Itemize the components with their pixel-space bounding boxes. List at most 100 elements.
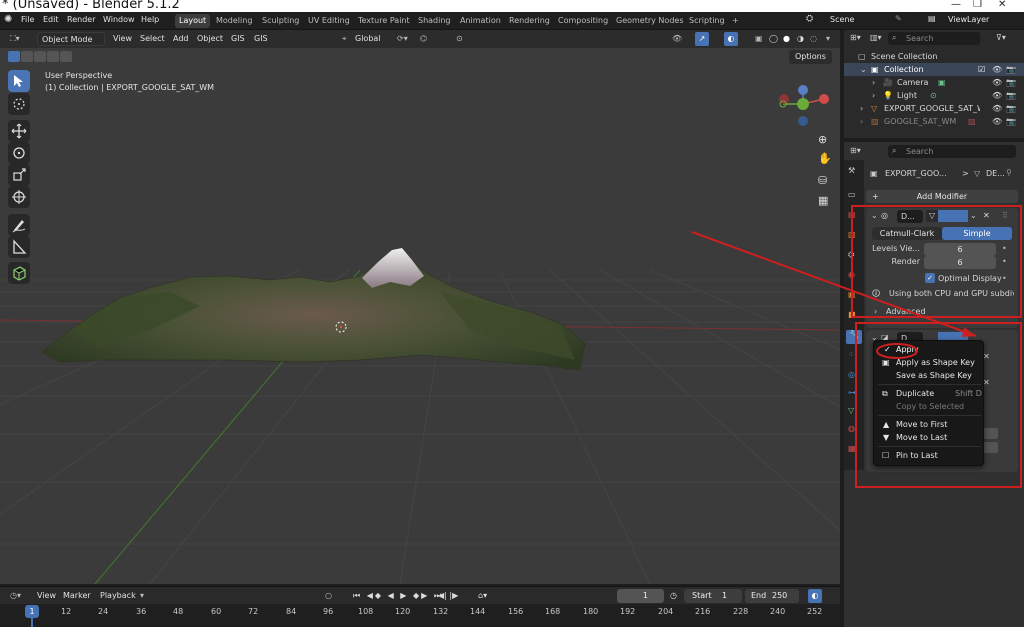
render-camera-icon[interactable]: 📷 bbox=[1006, 115, 1016, 128]
zoom-icon[interactable]: ⊕ bbox=[818, 133, 827, 146]
cursor-tool[interactable] bbox=[8, 93, 30, 115]
navigation-gizmo[interactable] bbox=[772, 82, 834, 182]
menu-help[interactable]: Help bbox=[141, 15, 159, 24]
menu-add[interactable]: Add bbox=[173, 32, 189, 46]
outliner-row-light[interactable]: › 💡 Light ⊙ 👁 📷 bbox=[844, 89, 1024, 102]
tab-rendering[interactable]: Rendering bbox=[505, 14, 554, 28]
tab-compositing[interactable]: Compositing bbox=[554, 14, 612, 28]
menu-window[interactable]: Window bbox=[103, 15, 135, 24]
snap-icon[interactable]: ⌬ bbox=[420, 32, 427, 46]
move-tool[interactable] bbox=[8, 120, 30, 142]
outliner-search-input[interactable]: ⌕ Search bbox=[888, 32, 980, 45]
tab-animation[interactable]: Animation bbox=[456, 14, 505, 28]
menu-edit[interactable]: Edit bbox=[43, 15, 59, 24]
add-cube-tool[interactable] bbox=[8, 262, 30, 284]
keyframe-nav-icon[interactable]: ◀| |▶ bbox=[438, 589, 458, 603]
menu-gis-2[interactable]: GIS bbox=[254, 32, 268, 46]
editor-type-icon[interactable]: ⛶▾ bbox=[10, 32, 20, 46]
camera-view-icon[interactable]: ⛁ bbox=[818, 174, 827, 187]
timeline-menu-marker[interactable]: Marker bbox=[63, 589, 91, 603]
timeline-ruler[interactable]: 1 12 24 36 48 60 72 84 96 108 120 132 14… bbox=[0, 604, 840, 627]
solid-shading-icon[interactable]: ● bbox=[783, 32, 790, 46]
render-camera-icon[interactable]: 📷 bbox=[1006, 89, 1016, 102]
tab-modeling[interactable]: Modeling bbox=[212, 14, 256, 28]
tab-uv-editing[interactable]: UV Editing bbox=[304, 14, 354, 28]
transform-tool[interactable] bbox=[8, 186, 30, 208]
select-box-tool[interactable] bbox=[8, 70, 30, 92]
render-camera-icon[interactable]: 📷 bbox=[1006, 102, 1016, 115]
expand-chevron-icon[interactable]: › bbox=[860, 102, 863, 115]
select-extend-icon[interactable] bbox=[21, 51, 33, 62]
minimize-icon[interactable]: — bbox=[951, 0, 961, 10]
pivot-icon[interactable]: ⟳▾ bbox=[397, 32, 408, 46]
render-tab-icon[interactable]: ▭ bbox=[848, 190, 856, 199]
overlays-toggle-icon[interactable]: ◐ bbox=[724, 32, 738, 46]
transform-orientation-dropdown[interactable]: Global bbox=[355, 32, 381, 46]
measure-tool[interactable] bbox=[8, 236, 30, 258]
tool-tab-icon[interactable]: ⚒ bbox=[848, 166, 855, 175]
view-layer-selector[interactable]: ViewLayer bbox=[944, 14, 1014, 28]
outliner-row-google-sat[interactable]: › ▨ GOOGLE_SAT_WM ▨ 👁 📷 bbox=[844, 115, 1024, 128]
end-frame-field[interactable]: 250 bbox=[772, 589, 796, 603]
eye-icon[interactable]: 👁 bbox=[992, 63, 1002, 76]
display-mode-icon[interactable]: ▥▾ bbox=[870, 33, 882, 42]
material-shading-icon[interactable]: ◑ bbox=[797, 32, 804, 46]
tab-shading[interactable]: Shading bbox=[414, 14, 455, 28]
playhead-frame[interactable]: 1 bbox=[25, 605, 39, 618]
timeline-menu-view[interactable]: View bbox=[37, 589, 56, 603]
menu-view[interactable]: View bbox=[113, 32, 132, 46]
tab-geometry-nodes[interactable]: Geometry Nodes bbox=[612, 14, 687, 28]
menu-object[interactable]: Object bbox=[197, 32, 223, 46]
current-frame-field[interactable]: 1 bbox=[617, 589, 664, 603]
render-camera-icon[interactable]: 📷 bbox=[1006, 63, 1016, 76]
tab-sculpting[interactable]: Sculpting bbox=[258, 14, 303, 28]
material-tab-icon[interactable]: ◍ bbox=[848, 424, 855, 433]
eye-icon[interactable]: 👁 bbox=[992, 102, 1002, 115]
blender-logo-icon[interactable]: ✺ bbox=[4, 14, 12, 25]
orthographic-grid-icon[interactable]: ▦ bbox=[818, 194, 828, 207]
close-icon[interactable]: ✕ bbox=[998, 0, 1006, 10]
scale-tool[interactable] bbox=[8, 164, 30, 186]
tab-layout[interactable]: Layout bbox=[175, 14, 211, 28]
options-dropdown[interactable]: Options bbox=[789, 50, 832, 64]
rotate-tool[interactable] bbox=[8, 142, 30, 164]
menu-gis[interactable]: GIS bbox=[231, 32, 245, 46]
visibility-icon[interactable]: 👁 bbox=[672, 32, 682, 46]
physics-tab-icon[interactable]: ◎ bbox=[848, 370, 855, 379]
render-camera-icon[interactable]: 📷 bbox=[1006, 76, 1016, 89]
scene-selector[interactable]: Scene bbox=[826, 14, 920, 28]
menu-select[interactable]: Select bbox=[140, 32, 165, 46]
timeline-editor-icon[interactable]: ◷▾ bbox=[10, 589, 21, 603]
keying-set-icon[interactable]: ⌂▾ bbox=[478, 589, 487, 603]
checkbox-icon[interactable]: ☑ bbox=[978, 63, 985, 76]
add-workspace-button[interactable]: + bbox=[728, 14, 743, 28]
menu-file[interactable]: File bbox=[21, 15, 34, 24]
3d-viewport[interactable]: User Perspective (1) Collection | EXPORT… bbox=[0, 30, 840, 584]
auto-keying-icon[interactable]: ○ bbox=[325, 589, 332, 603]
select-set-new-icon[interactable] bbox=[8, 51, 20, 62]
outliner-row-export-mesh[interactable]: › ▽ EXPORT_GOOGLE_SAT_W 👁 📷 bbox=[844, 102, 1024, 115]
playback-dropdown-icon[interactable]: ▾ bbox=[140, 589, 144, 603]
maximize-icon[interactable]: ❐ bbox=[973, 0, 982, 10]
add-modifier-button[interactable]: + Add Modifier bbox=[866, 190, 1018, 203]
tab-texture-paint[interactable]: Texture Paint bbox=[354, 14, 414, 28]
eye-icon[interactable]: 👁 bbox=[992, 115, 1002, 128]
annotate-tool[interactable] bbox=[8, 214, 30, 236]
tab-scripting[interactable]: Scripting bbox=[685, 14, 729, 28]
proportional-edit-icon[interactable]: ⊙ bbox=[456, 32, 463, 46]
eye-icon[interactable]: 👁 bbox=[992, 76, 1002, 89]
outliner-row-collection[interactable]: ⌄ ▣ Collection ☑ 👁 📷 bbox=[844, 63, 1024, 76]
expand-chevron-icon[interactable]: ⌄ bbox=[860, 63, 867, 76]
pan-hand-icon[interactable]: ✋ bbox=[818, 152, 832, 165]
expand-chevron-icon[interactable]: › bbox=[860, 115, 863, 128]
wireframe-shading-icon[interactable]: ◯ bbox=[769, 32, 778, 46]
filter-icon[interactable]: ⊽▾ bbox=[996, 33, 1006, 42]
timeline-view-toggle-icon[interactable]: ◐ bbox=[808, 589, 822, 603]
pin-icon[interactable]: ✎ bbox=[895, 14, 902, 23]
playback-controls[interactable]: ⏮ ◀◆ ◀ ▶ ◆▶ ⏭ bbox=[353, 589, 443, 603]
outliner-row-camera[interactable]: › 🎥 Camera ▣ 👁 📷 bbox=[844, 76, 1024, 89]
expand-chevron-icon[interactable]: › bbox=[872, 89, 875, 102]
gizmo-toggle-icon[interactable]: ↗ bbox=[695, 32, 709, 46]
particles-tab-icon[interactable]: ⁘ bbox=[848, 350, 855, 359]
outliner-editor-icon[interactable]: ⊞▾ bbox=[850, 33, 861, 42]
